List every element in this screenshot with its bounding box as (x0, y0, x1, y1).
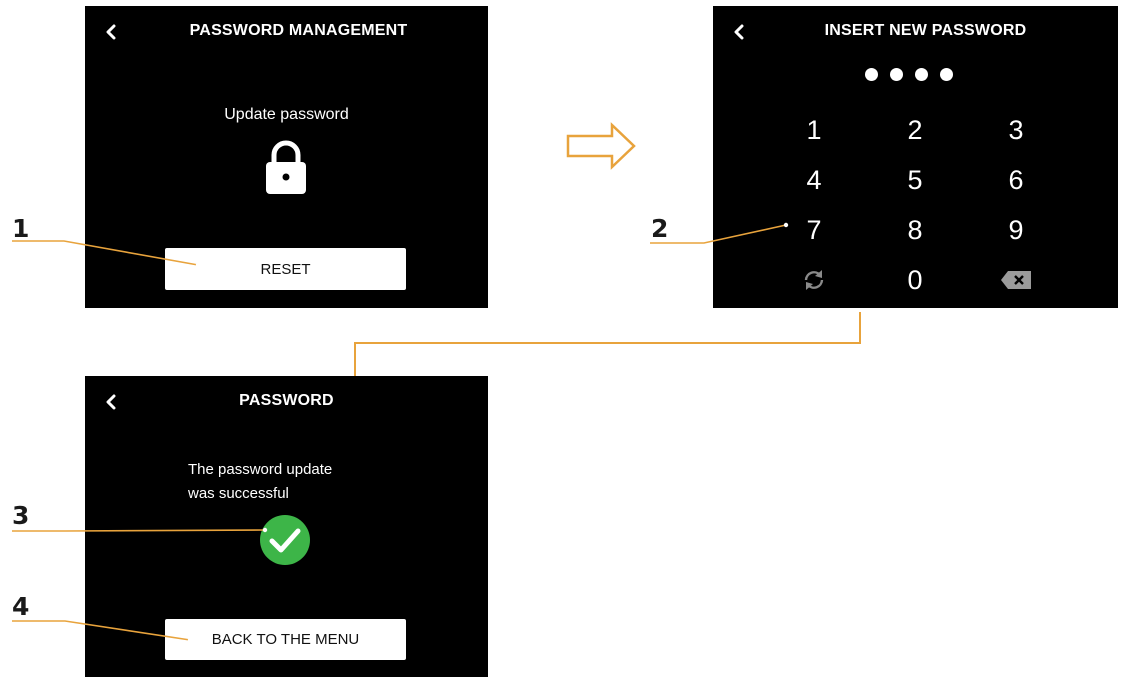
success-message: The password update was successful (188, 458, 332, 506)
lock-icon (266, 140, 306, 194)
update-password-label: Update password (224, 106, 349, 123)
screen-title: PASSWORD MANAGEMENT (189, 22, 408, 39)
key-3[interactable]: 3 (991, 110, 1041, 150)
insert-password-screen: INSERT NEW PASSWORD 1 2 3 4 5 6 7 8 9 0 (713, 6, 1118, 308)
refresh-key[interactable] (789, 260, 839, 300)
password-result-screen: PASSWORD The password update was success… (85, 376, 488, 677)
key-9[interactable]: 9 (991, 210, 1041, 250)
password-management-screen: PASSWORD MANAGEMENT Update password RESE… (85, 6, 488, 308)
callout-number: 1 (12, 214, 30, 243)
password-dot (940, 68, 953, 81)
check-circle-icon (260, 515, 310, 565)
key-5[interactable]: 5 (890, 160, 940, 200)
backspace-icon (1001, 271, 1031, 289)
password-dot (915, 68, 928, 81)
password-dot (865, 68, 878, 81)
screen-title: INSERT NEW PASSWORD (824, 22, 1027, 39)
key-8[interactable]: 8 (890, 210, 940, 250)
password-dots (865, 68, 953, 81)
key-6[interactable]: 6 (991, 160, 1041, 200)
arrow-right-icon (566, 122, 636, 170)
success-message-line: was successful (188, 485, 289, 502)
key-2[interactable]: 2 (890, 110, 940, 150)
callout-number: 2 (651, 214, 669, 243)
key-7[interactable]: 7 (789, 210, 839, 250)
callout-number: 4 (12, 592, 30, 621)
key-0[interactable]: 0 (890, 260, 940, 300)
password-dot (890, 68, 903, 81)
key-1[interactable]: 1 (789, 110, 839, 150)
key-4[interactable]: 4 (789, 160, 839, 200)
flow-connector (354, 312, 861, 376)
refresh-icon (804, 270, 824, 290)
back-to-menu-button[interactable]: BACK TO THE MENU (165, 619, 406, 660)
reset-button[interactable]: RESET (165, 248, 406, 290)
backspace-key[interactable] (991, 260, 1041, 300)
success-message-line: The password update (188, 461, 333, 478)
callout-number: 3 (12, 501, 30, 530)
screen-title: PASSWORD (239, 392, 334, 409)
